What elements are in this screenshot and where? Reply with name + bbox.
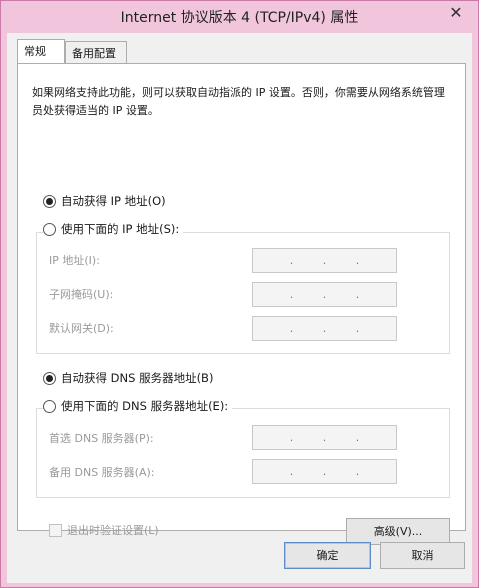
title-bar[interactable]: Internet 协议版本 4 (TCP/IPv4) 属性 ✕ [1,1,478,33]
checkbox-icon[interactable] [49,523,62,537]
dialog-client-area: 常规 备用配置 如果网络支持此功能，则可以获取自动指派的 IP 设置。否则，你需… [7,33,472,583]
ip-address-input[interactable]: ... [252,248,397,273]
tab-alternate-configuration[interactable]: 备用配置 [65,41,127,63]
intro-text: 如果网络支持此功能，则可以获取自动指派的 IP 设置。否则，你需要从网络系统管理… [32,86,445,117]
subnet-mask-input[interactable]: ... [252,282,397,307]
tab-general[interactable]: 常规 [17,39,65,63]
radio-auto-ip[interactable]: 自动获得 IP 地址(O) [43,192,170,210]
radio-button-selected-icon[interactable] [43,371,56,385]
radio-manual-dns-label: 使用下面的 DNS 服务器地址(E): [61,399,229,413]
validate-on-exit-label: 退出时验证设置(L) [67,524,159,537]
window-title: Internet 协议版本 4 (TCP/IPv4) 属性 [120,10,359,26]
ok-button[interactable]: 确定 [284,542,371,569]
radio-auto-dns[interactable]: 自动获得 DNS 服务器地址(B) [43,369,218,387]
radio-button-icon[interactable] [43,222,56,236]
radio-auto-ip-label: 自动获得 IP 地址(O) [61,194,166,208]
general-tab-panel: 如果网络支持此功能，则可以获取自动指派的 IP 设置。否则，你需要从网络系统管理… [17,63,466,545]
alternate-dns-label: 备用 DNS 服务器(A): [49,466,155,479]
radio-manual-ip[interactable]: 使用下面的 IP 地址(S): [43,220,184,238]
alternate-dns-input[interactable]: ... [252,459,397,484]
ip-address-label: IP 地址(I): [49,254,100,267]
radio-button-selected-icon[interactable] [43,194,56,208]
subnet-mask-label: 子网掩码(U): [49,288,114,301]
radio-manual-dns[interactable]: 使用下面的 DNS 服务器地址(E): [43,397,233,415]
default-gateway-label: 默认网关(D): [49,322,114,335]
radio-button-icon[interactable] [43,399,56,413]
advanced-button[interactable]: 高级(V)... [346,518,450,545]
close-icon[interactable]: ✕ [442,3,470,25]
dns-manual-group [36,408,450,498]
cancel-button[interactable]: 取消 [380,542,465,569]
preferred-dns-input[interactable]: ... [252,425,397,450]
default-gateway-input[interactable]: ... [252,316,397,341]
ipv4-properties-window: Internet 协议版本 4 (TCP/IPv4) 属性 ✕ 常规 备用配置 … [0,0,479,588]
preferred-dns-label: 首选 DNS 服务器(P): [49,432,154,445]
radio-manual-ip-label: 使用下面的 IP 地址(S): [61,222,180,236]
validate-on-exit-checkbox[interactable]: 退出时验证设置(L) [49,522,159,538]
radio-auto-dns-label: 自动获得 DNS 服务器地址(B) [61,371,214,385]
